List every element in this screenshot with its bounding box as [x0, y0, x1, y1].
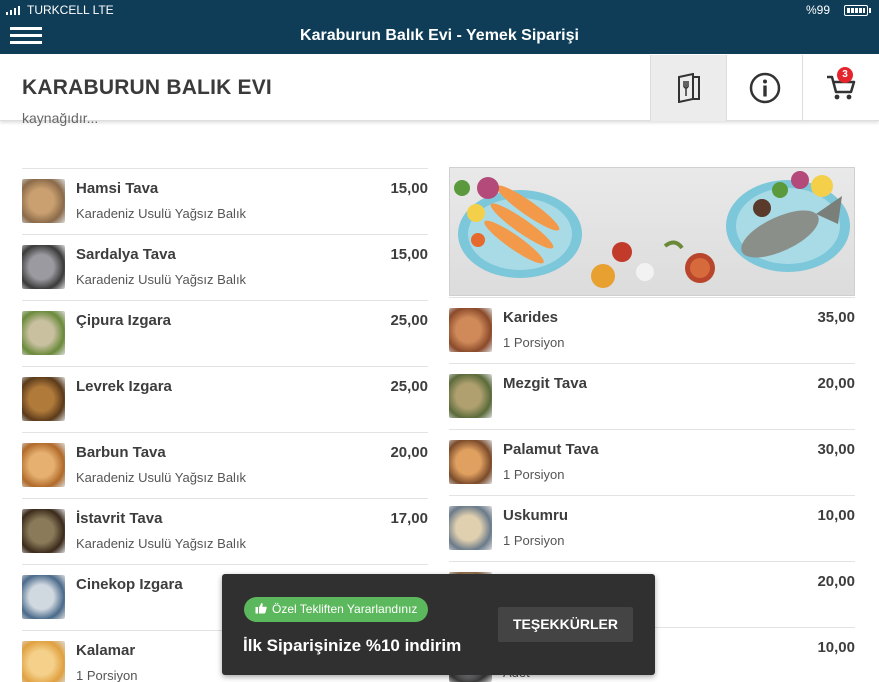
- item-name: Levrek Izgara: [76, 378, 172, 395]
- offer-message: İlk Siparişinize %10 indirim: [243, 636, 462, 655]
- menu-item[interactable]: Karides 1 Porsiyon 35,00: [449, 297, 855, 363]
- thumbs-up-icon: [255, 603, 267, 614]
- offer-toast: Özel Tekliften Yararlandınız İlk Sipariş…: [222, 574, 655, 675]
- signal-icon: [6, 6, 22, 15]
- item-price: 25,00: [390, 378, 428, 395]
- item-price: 10,00: [817, 507, 855, 524]
- carrier-label: TURKCELL LTE: [27, 3, 114, 17]
- food-thumbnail: [22, 641, 65, 682]
- battery-icon: [844, 5, 871, 16]
- menu-item[interactable]: Çipura Izgara 25,00: [22, 300, 428, 366]
- item-description: Karadeniz Usulü Yağsız Balık: [76, 206, 247, 221]
- item-name: Uskumru: [503, 507, 569, 524]
- info-button[interactable]: [726, 55, 802, 121]
- thanks-button[interactable]: TEŞEKKÜRLER: [498, 607, 633, 642]
- menu-button[interactable]: [650, 55, 726, 121]
- menu-item[interactable]: Hamsi Tava Karadeniz Usulü Yağsız Balık 15…: [22, 168, 428, 234]
- food-thumbnail: [22, 443, 65, 487]
- item-name: Mezgit Tava: [503, 375, 587, 392]
- app-title: Karaburun Balık Evi - Yemek Siparişi: [300, 27, 579, 44]
- item-name: Kalamar: [76, 642, 136, 659]
- info-icon: [749, 72, 780, 104]
- item-name: İstavrit Tava: [76, 510, 163, 527]
- item-name: Karides: [503, 309, 559, 326]
- menu-item[interactable]: Mezgit Tava 20,00: [449, 363, 855, 429]
- description-text: kaynağıdır...: [22, 110, 99, 126]
- status-bar: TURKCELL LTE %99: [0, 0, 879, 20]
- menu-item[interactable]: İstavrit Tava Karadeniz Usulü Yağsız Balı…: [22, 498, 428, 564]
- food-thumbnail: [22, 311, 65, 355]
- cart-button[interactable]: 3: [802, 55, 879, 121]
- item-name: Sardalya Tava: [76, 246, 176, 263]
- food-thumbnail: [22, 509, 65, 553]
- item-description: 1 Porsiyon: [76, 668, 138, 682]
- item-description: Karadeniz Usulü Yağsız Balık: [76, 536, 247, 551]
- item-price: 35,00: [817, 309, 855, 326]
- item-description: Karadeniz Usulü Yağsız Balık: [76, 272, 247, 287]
- item-price: 25,00: [390, 312, 428, 329]
- food-thumbnail: [449, 308, 492, 352]
- item-price: 15,00: [390, 180, 428, 197]
- item-name: Çipura Izgara: [76, 312, 172, 329]
- food-thumbnail: [22, 575, 65, 619]
- item-price: 15,00: [390, 246, 428, 263]
- food-thumbnail: [449, 506, 492, 550]
- item-description: 1 Porsiyon: [503, 467, 565, 482]
- item-description: Karadeniz Usulü Yağsız Balık: [76, 470, 247, 485]
- menu-item[interactable]: Uskumru 1 Porsiyon 10,00: [449, 495, 855, 561]
- food-thumbnail: [22, 179, 65, 223]
- offer-badge: Özel Tekliften Yararlandınız: [244, 597, 429, 622]
- food-thumbnail: [449, 440, 492, 484]
- menu-item[interactable]: Sardalya Tava Karadeniz Usulü Yağsız Balı…: [22, 234, 428, 300]
- item-price: 10,00: [817, 639, 855, 656]
- menu-item[interactable]: Barbun Tava Karadeniz Usulü Yağsız Balık 2…: [22, 432, 428, 498]
- item-description: 1 Porsiyon: [503, 533, 565, 548]
- item-name: Palamut Tava: [503, 441, 599, 458]
- menu-item[interactable]: Palamut Tava 1 Porsiyon 30,00: [449, 429, 855, 495]
- item-price: 20,00: [817, 375, 855, 392]
- item-description: 1 Porsiyon: [503, 335, 565, 350]
- item-name: Barbun Tava: [76, 444, 166, 461]
- title-bar: Karaburun Balık Evi - Yemek Siparişi: [0, 20, 879, 54]
- menu-book-icon: [677, 73, 700, 103]
- food-thumbnail: [22, 245, 65, 289]
- item-price: 17,00: [390, 510, 428, 527]
- offer-label: Özel Tekliften Yararlandınız: [272, 602, 418, 616]
- item-name: Hamsi Tava: [76, 180, 159, 197]
- seafood-banner-image: [449, 167, 855, 296]
- restaurant-name: KARABURUN BALIK EVI: [22, 76, 272, 99]
- item-price: 20,00: [817, 573, 855, 590]
- item-price: 30,00: [817, 441, 855, 458]
- item-name: Cinekop Izgara: [76, 576, 183, 593]
- food-thumbnail: [449, 374, 492, 418]
- battery-percent: %99: [806, 3, 831, 17]
- menu-item[interactable]: Levrek Izgara 25,00: [22, 366, 428, 432]
- restaurant-header: KARABURUN BALIK EVI 3: [0, 55, 879, 121]
- food-thumbnail: [22, 377, 65, 421]
- cart-count-badge: 3: [837, 67, 853, 83]
- item-price: 20,00: [390, 444, 428, 461]
